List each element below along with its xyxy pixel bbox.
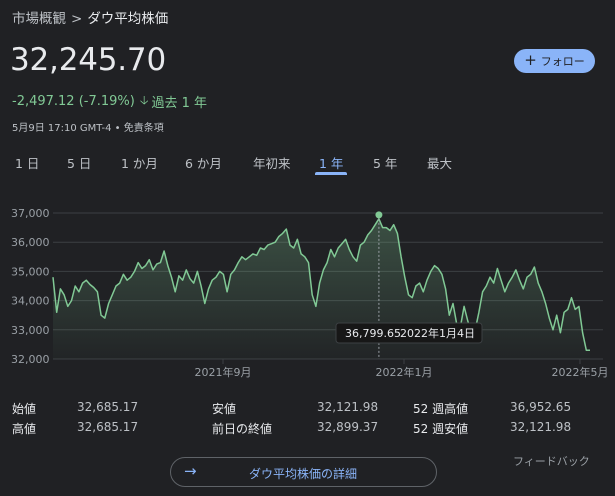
price-change: -2,497.12 (-7.19%) 🡣 過去 1 年 <box>12 91 207 112</box>
tab-max[interactable]: 最大 <box>427 153 452 172</box>
price-area-fill <box>53 218 590 359</box>
stat-label-high: 高値 <box>12 422 37 436</box>
peak-marker <box>375 211 383 219</box>
stat-value-low: 32,121.98 <box>317 400 379 414</box>
stat-value-high: 32,685.17 <box>77 420 139 434</box>
active-tab-indicator <box>315 172 347 175</box>
range-tabs: 1 日 5 日 1 か月 6 か月 年初来 1 年 5 年 最大 <box>0 150 615 175</box>
breadcrumb-parent-link[interactable]: 市場概観 <box>12 11 66 27</box>
x-tick-label: 2022年1月 <box>376 365 433 379</box>
tab-5d[interactable]: 5 日 <box>67 153 91 172</box>
y-tick-label: 32,000 <box>11 353 50 366</box>
tooltip-date: 2022年1月4日 <box>400 326 475 340</box>
tab-1m[interactable]: 1 か月 <box>121 153 158 172</box>
tab-1y[interactable]: 1 年 <box>319 153 343 172</box>
price-chart[interactable]: 36,799.65 2022年1月4日 37,000 36,000 35,000 34,… <box>0 195 615 385</box>
stat-label-open: 始値 <box>12 402 37 416</box>
tab-1d[interactable]: 1 日 <box>15 153 39 172</box>
x-tick-label: 2021年9月 <box>195 365 252 379</box>
price-change-period: 過去 1 年 <box>151 96 208 111</box>
timestamp-disclaimer: 5月9日 17:10 GMT-4 • 免責条項 <box>12 123 164 134</box>
stat-label-52w-high: 52 週高値 <box>413 402 469 416</box>
follow-button-label: フォロー <box>540 55 585 68</box>
tooltip-value: 36,799.65 <box>345 327 401 340</box>
tab-5y[interactable]: 5 年 <box>373 153 397 172</box>
price-change-text: -2,497.12 (-7.19%) <box>12 94 135 109</box>
breadcrumb: 市場概観 > ダウ平均株価 <box>12 7 168 27</box>
y-tick-label: 34,000 <box>11 295 50 308</box>
breadcrumb-separator: > <box>71 11 83 27</box>
y-tick-label: 37,000 <box>11 207 50 220</box>
feedback-link[interactable]: フィードバック <box>513 453 590 469</box>
details-button-label: ダウ平均株価の詳細 <box>249 467 358 481</box>
breadcrumb-current: ダウ平均株価 <box>87 11 169 27</box>
stat-value-52w-low: 32,121.98 <box>510 420 572 434</box>
y-tick-label: 36,000 <box>11 236 50 249</box>
stat-label-prev-close: 前日の終値 <box>212 422 273 436</box>
stat-label-low: 安値 <box>212 402 237 416</box>
arrow-down-icon: 🡣 <box>139 93 149 107</box>
tab-6m[interactable]: 6 か月 <box>185 153 222 172</box>
y-tick-label: 33,000 <box>11 324 50 337</box>
stat-label-52w-low: 52 週安値 <box>413 422 469 436</box>
stat-value-prev-close: 32,899.37 <box>317 420 379 434</box>
arrow-right-icon: → <box>184 462 197 480</box>
plus-icon: + <box>524 51 537 69</box>
price-value: 32,245.70 <box>10 42 166 78</box>
stat-value-52w-high: 36,952.65 <box>510 400 572 414</box>
x-tick-label: 2022年5月 <box>552 365 609 379</box>
details-button[interactable]: → ダウ平均株価の詳細 <box>170 457 437 487</box>
stat-value-open: 32,685.17 <box>77 400 139 414</box>
y-tick-label: 35,000 <box>11 265 50 278</box>
follow-button[interactable]: + フォロー <box>514 49 595 73</box>
tab-ytd[interactable]: 年初来 <box>253 153 291 172</box>
